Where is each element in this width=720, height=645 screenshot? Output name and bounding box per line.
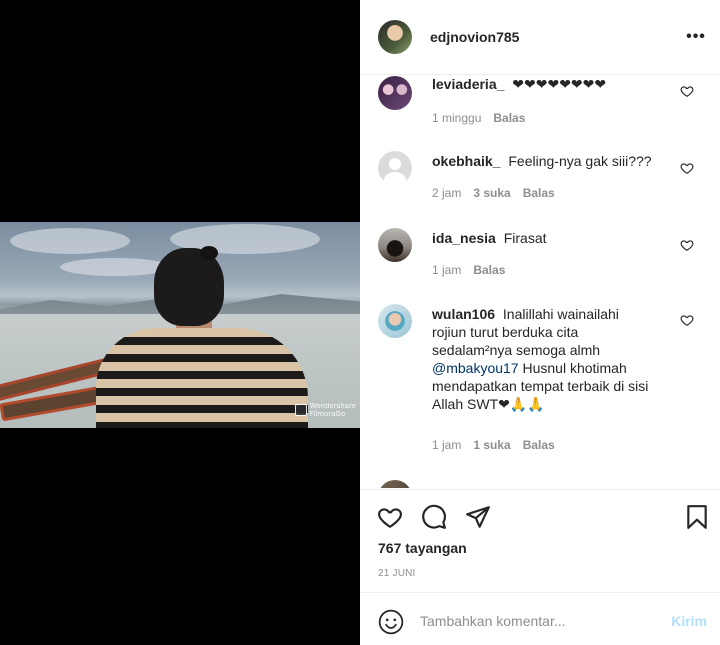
watermark: Wondershare FilmoraGo — [294, 402, 356, 418]
reply-button[interactable]: Balas — [493, 111, 525, 125]
person-figure — [96, 246, 308, 428]
comment-text: Firasat — [503, 230, 547, 246]
comment-time[interactable]: 1 jam — [432, 438, 461, 452]
bookmark-icon[interactable] — [684, 504, 710, 530]
comment-likes[interactable]: 1 suka — [473, 438, 510, 452]
add-comment-bar: Kirim — [360, 592, 720, 645]
commenter-avatar[interactable] — [378, 228, 412, 262]
author-avatar[interactable] — [378, 20, 412, 54]
comment-text: Feeling-nya gak siii??? — [508, 153, 652, 169]
post-header: edjnovion785 ••• — [360, 0, 720, 75]
commenter-username[interactable]: ida_nesia — [432, 230, 496, 246]
mention-link[interactable]: @mbakyou17 — [432, 360, 519, 376]
commenter-avatar[interactable] — [378, 76, 412, 110]
comment-meta: 1 minggu Balas — [432, 111, 525, 125]
comment-body: wulan106 Inalillahi wainailahi rojiun tu… — [432, 305, 654, 413]
comment-body: okebhaik_ Feeling-nya gak siii??? — [432, 152, 668, 170]
comment-text: ❤❤❤❤❤❤❤❤ — [512, 76, 607, 92]
comment-meta: 2 jam 3 suka Balas — [432, 186, 555, 200]
share-icon[interactable] — [465, 504, 491, 530]
commenter-username[interactable]: leviaderia_ — [432, 76, 504, 92]
comment-icon[interactable] — [421, 504, 447, 530]
more-icon[interactable]: ••• — [684, 25, 708, 49]
comment-list[interactable]: leviaderia_ ❤❤❤❤❤❤❤❤ 1 minggu Balas okeb… — [360, 76, 720, 488]
comment-body: ida_nesia Firasat — [432, 229, 668, 247]
author-username[interactable]: edjnovion785 — [430, 29, 519, 45]
comment-body: leviaderia_ ❤❤❤❤❤❤❤❤ — [432, 76, 668, 93]
commenter-avatar[interactable] — [378, 480, 412, 488]
comment-time[interactable]: 2 jam — [432, 186, 461, 200]
person-hair-bun — [200, 246, 218, 260]
comment-meta: 1 jam Balas — [432, 263, 505, 277]
commenter-username[interactable]: wulan106 — [432, 306, 495, 322]
reply-button[interactable]: Balas — [523, 186, 555, 200]
comment-time[interactable]: 1 jam — [432, 263, 461, 277]
commenter-username[interactable]: okebhaik_ — [432, 153, 500, 169]
like-heart-icon[interactable] — [377, 504, 403, 530]
like-comment-heart-icon[interactable] — [680, 238, 694, 252]
watermark-line-1: Wondershare — [309, 402, 356, 410]
action-bar — [360, 489, 720, 539]
media-pane: Wondershare FilmoraGo — [0, 0, 360, 645]
watermark-line-2: FilmoraGo — [309, 410, 346, 418]
person-hair — [154, 248, 224, 326]
comment-time[interactable]: 1 minggu — [432, 111, 481, 125]
post-date[interactable]: 21 JUNI — [378, 568, 416, 579]
filmora-logo-icon — [294, 404, 307, 416]
comment-input[interactable] — [420, 610, 650, 632]
emoji-icon[interactable] — [378, 609, 404, 635]
commenter-avatar-default[interactable] — [378, 151, 412, 185]
like-comment-heart-icon[interactable] — [680, 313, 694, 327]
reply-button[interactable]: Balas — [473, 263, 505, 277]
post-sidebar: edjnovion785 ••• leviaderia_ ❤❤❤❤❤❤❤❤ 1 … — [360, 0, 720, 645]
post-video[interactable]: Wondershare FilmoraGo — [0, 222, 360, 428]
commenter-avatar[interactable] — [378, 304, 412, 338]
post-comment-button[interactable]: Kirim — [671, 613, 707, 629]
view-count[interactable]: 767 tayangan — [378, 540, 467, 556]
like-comment-heart-icon[interactable] — [680, 161, 694, 175]
comment-likes[interactable]: 3 suka — [473, 186, 510, 200]
reply-button[interactable]: Balas — [523, 438, 555, 452]
person-striped-shirt — [96, 328, 308, 428]
comment-meta: 1 jam 1 suka Balas — [432, 438, 555, 452]
like-comment-heart-icon[interactable] — [680, 84, 694, 98]
